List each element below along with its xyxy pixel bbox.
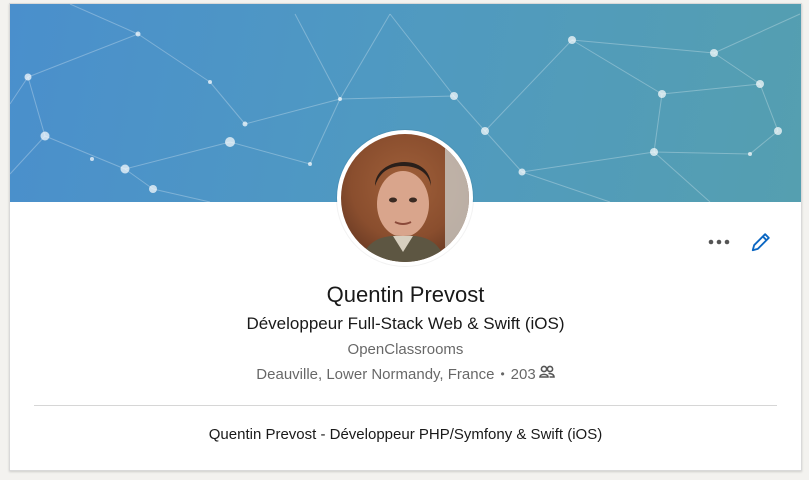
separator-dot: • xyxy=(500,367,505,381)
profile-card: Quentin Prevost Développeur Full-Stack W… xyxy=(9,3,802,471)
avatar-photo xyxy=(341,134,469,262)
profile-name: Quentin Prevost xyxy=(326,282,485,307)
profile-company[interactable]: OpenClassrooms xyxy=(10,341,801,358)
avatar-frame[interactable] xyxy=(337,130,473,266)
pencil-icon[interactable] xyxy=(749,230,773,254)
connections-count: 203 xyxy=(510,365,536,383)
more-horizontal-icon[interactable] xyxy=(707,230,731,254)
profile-actions xyxy=(707,230,773,254)
avatar[interactable] xyxy=(341,134,469,262)
profile-summary: Quentin Prevost - Développeur PHP/Symfon… xyxy=(208,426,603,443)
profile-meta: Deauville, Lower Normandy, France • 203 xyxy=(10,365,801,383)
profile-headline: Développeur Full-Stack Web & Swift (iOS) xyxy=(246,314,565,333)
profile-location: Deauville, Lower Normandy, France xyxy=(256,365,495,383)
divider xyxy=(34,405,777,406)
people-icon xyxy=(538,365,555,383)
connections-link[interactable]: 203 xyxy=(511,365,555,383)
